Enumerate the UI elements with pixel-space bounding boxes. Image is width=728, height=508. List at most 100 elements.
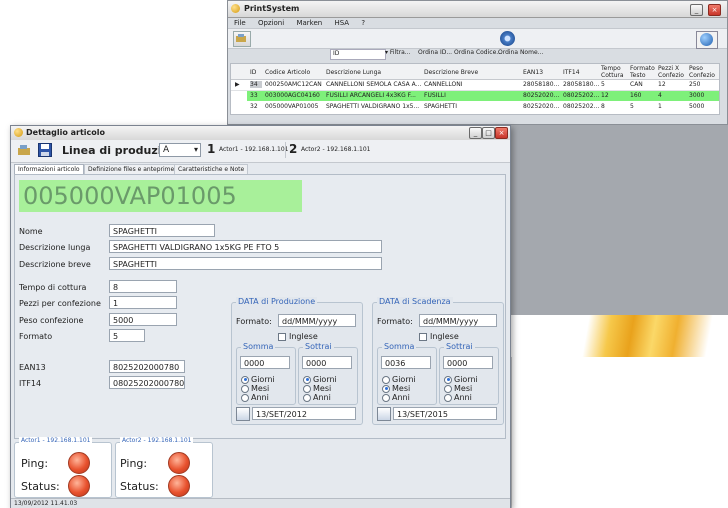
actor1-button[interactable]: 1 Actor1 - 192.168.1.101 [205,142,288,158]
menu-marken[interactable]: Marken [296,19,322,27]
globe-icon[interactable] [696,31,718,49]
printsystem-lower-area [511,357,728,508]
printsystem-titlebar: PrintSystem _ × [228,1,727,18]
table-row[interactable]: 32 005000VAP01005 SPAGHETTI VALDIGRANO 1… [247,102,719,112]
menu-help[interactable]: ? [361,19,365,27]
menu-hsa[interactable]: HSA [334,19,349,27]
header-desc-breve[interactable]: Descrizione Breve [424,69,478,76]
cell-desc-breve: FUSILLI [424,92,446,99]
production-date-group: DATA di Produzione Formato: dd/MMM/yyyy … [231,297,363,425]
checkbox-icon [278,332,286,341]
header-tempo[interactable]: Tempo Cottura [601,65,627,79]
header-ean13[interactable]: EAN13 [523,69,543,76]
scad-sottrai-radio-giorni[interactable]: Giorni [444,375,478,384]
itf14-field[interactable]: 08025202000780 [109,376,185,389]
menu-file[interactable]: File [234,19,246,27]
prod-sottrai-field[interactable]: 0000 [302,356,352,369]
desc-lunga-field[interactable]: SPAGHETTI VALDIGRANO 1x5KG PE FTO 5 [109,240,382,253]
table-row[interactable]: 33 003000AGC04160 FUSILLI ARCANGELI 4x3K… [247,91,719,101]
scad-somma-radio-anni[interactable]: Anni [382,393,410,402]
radio-label: Anni [454,393,472,402]
header-formato[interactable]: Formato Testo [630,65,656,79]
label-formato: Formato [19,332,53,341]
scad-sottrai-radio-mesi[interactable]: Mesi [444,384,472,393]
calendar-icon[interactable] [377,407,391,421]
prod-sottrai-radio-giorni[interactable]: Giorni [303,375,337,384]
header-desc-lunga[interactable]: Descrizione Lunga [326,69,381,76]
radio-icon [382,375,390,384]
minimize-button[interactable]: _ [469,127,482,139]
prod-somma-radio-anni[interactable]: Anni [241,393,269,402]
production-line-select[interactable]: A ▾ [159,143,201,157]
header-peso[interactable]: Peso Confezio [689,65,719,79]
label-desc-lunga: Descrizione lunga [19,243,91,252]
status-bar: 13/09/2012 11.41.03 [11,498,510,508]
pezzi-field[interactable]: 1 [109,296,177,309]
save-icon[interactable] [38,143,52,157]
header-itf14[interactable]: ITF14 [563,69,580,76]
toolbar [228,28,727,49]
cell-tempo: 12 [601,92,609,99]
header-pezzi[interactable]: Pezzi X Confezio [658,65,688,79]
header-id[interactable]: ID [250,69,256,76]
cell-codice: 005000VAP01005 [265,103,319,110]
prod-somma-field[interactable]: 0000 [240,356,290,369]
scad-somma-field[interactable]: 0036 [381,356,431,369]
peso-field[interactable]: 5000 [109,313,177,326]
sort-code-button[interactable]: Ordina Codice... [454,49,502,56]
scad-sottrai-radio-anni[interactable]: Anni [444,393,472,402]
prod-somma-radio-mesi[interactable]: Mesi [241,384,269,393]
table-row[interactable]: ▶ 34 000250AMC12CAN CANNELLONI SEMOLA CA… [231,80,719,91]
radio-label: Anni [392,393,410,402]
scad-date-field: 13/SET/2015 [393,407,497,420]
menu-opzioni[interactable]: Opzioni [258,19,284,27]
actor2-status-title: Actor2 - 192.168.1.101 [120,437,194,444]
scad-inglese-checkbox[interactable]: Inglese [419,332,459,341]
article-detail-window: Dettaglio articolo _ □ × Linea di produz… [10,125,511,508]
close-button[interactable]: × [708,4,721,16]
printsystem-title: PrintSystem [244,4,300,13]
scad-somma-radio-mesi[interactable]: Mesi [382,384,410,393]
tools-icon[interactable] [17,143,31,157]
prod-sottrai-radio-mesi[interactable]: Mesi [303,384,331,393]
prod-somma-radio-giorni[interactable]: Giorni [241,375,275,384]
cell-ean13: 80252020... [523,103,560,110]
dialog-toolbar: Linea di produzione: A ▾ 1 Actor1 - 192.… [11,140,510,163]
minimize-button[interactable]: _ [690,4,703,16]
calendar-icon[interactable] [236,407,250,421]
prod-somma-title: Somma [241,342,276,351]
scad-somma-radio-giorni[interactable]: Giorni [382,375,416,384]
sort-id-button[interactable]: Ordina ID... [418,49,452,56]
prod-format-field[interactable]: dd/MMM/yyyy [278,314,356,327]
actor2-status-label: Status: [120,480,159,493]
label-ean13: EAN13 [19,363,46,372]
maximize-button[interactable]: □ [482,127,495,139]
label-desc-breve: Descrizione breve [19,260,91,269]
scad-format-field[interactable]: dd/MMM/yyyy [419,314,497,327]
actor2-ping-led [168,452,190,474]
actor2-button[interactable]: 2 Actor2 - 192.168.1.101 [285,142,372,158]
gear-icon[interactable] [500,31,515,46]
sort-name-button[interactable]: Ordina Nome... [498,49,543,56]
tools-icon[interactable] [233,31,251,47]
actor2-status-panel: Actor2 - 192.168.1.101 Ping: Status: [115,437,213,498]
header-codice[interactable]: Codice Articolo [265,69,310,76]
prod-inglese-checkbox[interactable]: Inglese [278,332,318,341]
menu-bar: File Opzioni Marken HSA ? [234,19,375,27]
close-button[interactable]: × [495,127,508,139]
scad-sottrai-field[interactable]: 0000 [443,356,493,369]
cell-pezzi: 1 [658,103,662,110]
filter-dropdown[interactable]: ▾ Filtra... [385,49,411,56]
radio-icon [241,375,249,384]
ean13-field[interactable]: 8025202000780 [109,360,185,373]
nome-field[interactable]: SPAGHETTI [109,224,215,237]
expiry-date-title: DATA di Scadenza [377,297,453,306]
prod-sottrai-radio-anni[interactable]: Anni [303,393,331,402]
formato-field[interactable]: 5 [109,329,145,342]
label-itf14: ITF14 [19,379,42,388]
row-selector-icon: ▶ [235,81,240,88]
radio-label: Anni [313,393,331,402]
filter-column-field[interactable]: ID [330,49,386,60]
desc-breve-field[interactable]: SPAGHETTI [109,257,382,270]
tempo-field[interactable]: 8 [109,280,177,293]
